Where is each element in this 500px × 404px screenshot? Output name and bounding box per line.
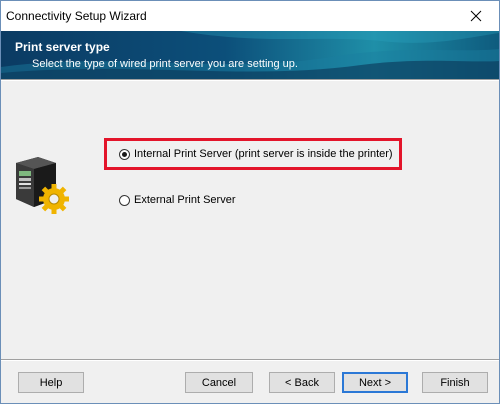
page-subtitle: Select the type of wired print server yo…: [32, 58, 298, 70]
header-banner: Print server type Select the type of wir…: [1, 31, 499, 79]
external-option-label: External Print Server: [134, 194, 236, 206]
internal-option-label: Internal Print Server (print server is i…: [134, 148, 393, 160]
close-icon[interactable]: [453, 1, 499, 31]
window-title: Connectivity Setup Wizard: [6, 9, 147, 23]
title-bar: Connectivity Setup Wizard: [1, 1, 499, 31]
footer-divider-highlight: [1, 360, 499, 361]
wizard-window: Connectivity Setup Wizard Print server t…: [0, 0, 500, 404]
back-button[interactable]: < Back: [269, 372, 335, 393]
finish-button[interactable]: Finish: [422, 372, 488, 393]
internal-radio-button[interactable]: [119, 148, 130, 160]
page-heading: Print server type: [15, 40, 110, 54]
next-button[interactable]: Next >: [342, 372, 408, 393]
external-radio-button[interactable]: [119, 194, 130, 206]
help-button[interactable]: Help: [18, 372, 84, 393]
banner-wave-graphic: [1, 31, 499, 79]
header-divider-highlight: [1, 80, 499, 81]
internal-print-server-option[interactable]: Internal Print Server (print server is i…: [119, 148, 393, 160]
printer-gear-icon: [10, 153, 70, 215]
cancel-button[interactable]: Cancel: [185, 372, 253, 393]
external-print-server-option[interactable]: External Print Server: [119, 194, 235, 206]
